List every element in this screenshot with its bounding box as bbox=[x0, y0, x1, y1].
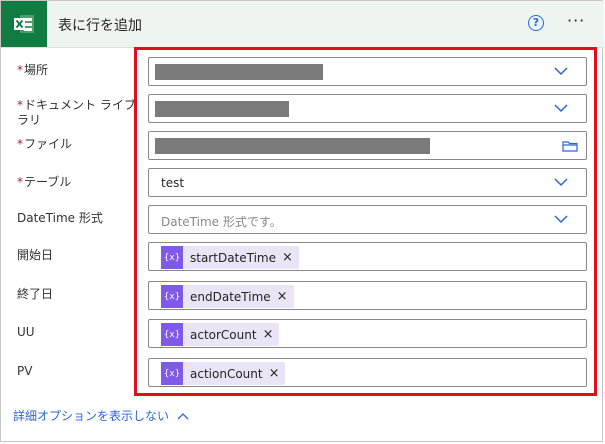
start-date-label: 開始日 bbox=[17, 248, 54, 262]
chevron-down-icon[interactable] bbox=[554, 103, 568, 113]
remove-token-icon[interactable]: × bbox=[263, 327, 274, 342]
token-label: actionCount bbox=[190, 366, 263, 381]
table-dropdown[interactable]: test bbox=[148, 168, 587, 197]
folder-icon[interactable] bbox=[562, 140, 578, 152]
uu-label: UU bbox=[17, 325, 35, 339]
expression-icon: {x} bbox=[161, 323, 183, 346]
remove-token-icon[interactable]: × bbox=[282, 250, 293, 265]
remove-token-icon[interactable]: × bbox=[269, 366, 280, 381]
action-title: 表に行を追加 bbox=[58, 18, 142, 34]
dynamic-content-token[interactable]: {x} startDateTime × bbox=[161, 246, 299, 269]
required-marker: * bbox=[17, 98, 23, 112]
expression-icon: {x} bbox=[161, 285, 183, 308]
token-label: endDateTime bbox=[190, 289, 271, 304]
remove-token-icon[interactable]: × bbox=[277, 289, 288, 304]
excel-icon bbox=[1, 1, 47, 47]
required-marker: * bbox=[17, 63, 23, 77]
chevron-down-icon[interactable] bbox=[554, 177, 568, 187]
card-header[interactable]: 表に行を追加 ? ··· bbox=[1, 1, 604, 48]
library-dropdown[interactable] bbox=[148, 94, 587, 123]
expression-icon: {x} bbox=[161, 362, 183, 385]
table-label: *テーブル bbox=[17, 175, 71, 190]
file-label: *ファイル bbox=[17, 137, 72, 152]
end-date-input[interactable]: {x} endDateTime × bbox=[148, 281, 587, 310]
end-date-label: 終了日 bbox=[17, 287, 54, 301]
datetime-format-label: DateTime 形式 bbox=[17, 211, 103, 225]
required-marker: * bbox=[17, 175, 23, 189]
dynamic-content-token[interactable]: {x} actorCount × bbox=[161, 323, 280, 346]
location-dropdown[interactable] bbox=[148, 57, 587, 86]
redacted-value bbox=[155, 138, 430, 154]
library-label-text-line2: ラリ bbox=[17, 113, 42, 127]
expression-icon: {x} bbox=[161, 246, 183, 269]
table-label-text: テーブル bbox=[24, 175, 72, 189]
uu-input[interactable]: {x} actorCount × bbox=[148, 319, 587, 348]
library-label-text-line1: ドキュメント ライブ bbox=[24, 98, 136, 112]
file-label-text: ファイル bbox=[24, 137, 73, 151]
location-label-text: 場所 bbox=[24, 63, 49, 77]
pv-input[interactable]: {x} actionCount × bbox=[148, 358, 587, 387]
start-date-input[interactable]: {x} startDateTime × bbox=[148, 242, 587, 271]
help-icon[interactable]: ? bbox=[528, 15, 544, 31]
pv-label: PV bbox=[17, 364, 33, 378]
token-label: startDateTime bbox=[190, 250, 276, 265]
advanced-options-text: 詳細オプションを表示しない bbox=[13, 409, 170, 423]
location-label: *場所 bbox=[17, 63, 48, 78]
chevron-down-icon[interactable] bbox=[554, 66, 568, 76]
chevron-down-icon[interactable] bbox=[554, 214, 568, 224]
chevron-up-icon bbox=[177, 413, 189, 420]
action-card: 表に行を追加 ? ··· *場所 *ドキュメント ライブ ラリ *ファイル *テ… bbox=[0, 0, 604, 442]
library-label: *ドキュメント ライブ ラリ bbox=[17, 98, 136, 128]
token-label: actorCount bbox=[190, 327, 257, 342]
more-options-icon[interactable]: ··· bbox=[567, 11, 585, 30]
datetime-format-dropdown[interactable]: DateTime 形式です。 bbox=[148, 205, 587, 234]
datetime-format-placeholder: DateTime 形式です。 bbox=[161, 215, 282, 229]
dynamic-content-token[interactable]: {x} actionCount × bbox=[161, 362, 286, 385]
table-value: test bbox=[161, 176, 185, 190]
hide-advanced-options-link[interactable]: 詳細オプションを表示しない bbox=[13, 407, 189, 424]
file-picker[interactable] bbox=[148, 131, 587, 160]
redacted-value bbox=[155, 101, 289, 117]
required-marker: * bbox=[17, 137, 23, 151]
dynamic-content-token[interactable]: {x} endDateTime × bbox=[161, 285, 294, 308]
redacted-value bbox=[155, 64, 323, 80]
